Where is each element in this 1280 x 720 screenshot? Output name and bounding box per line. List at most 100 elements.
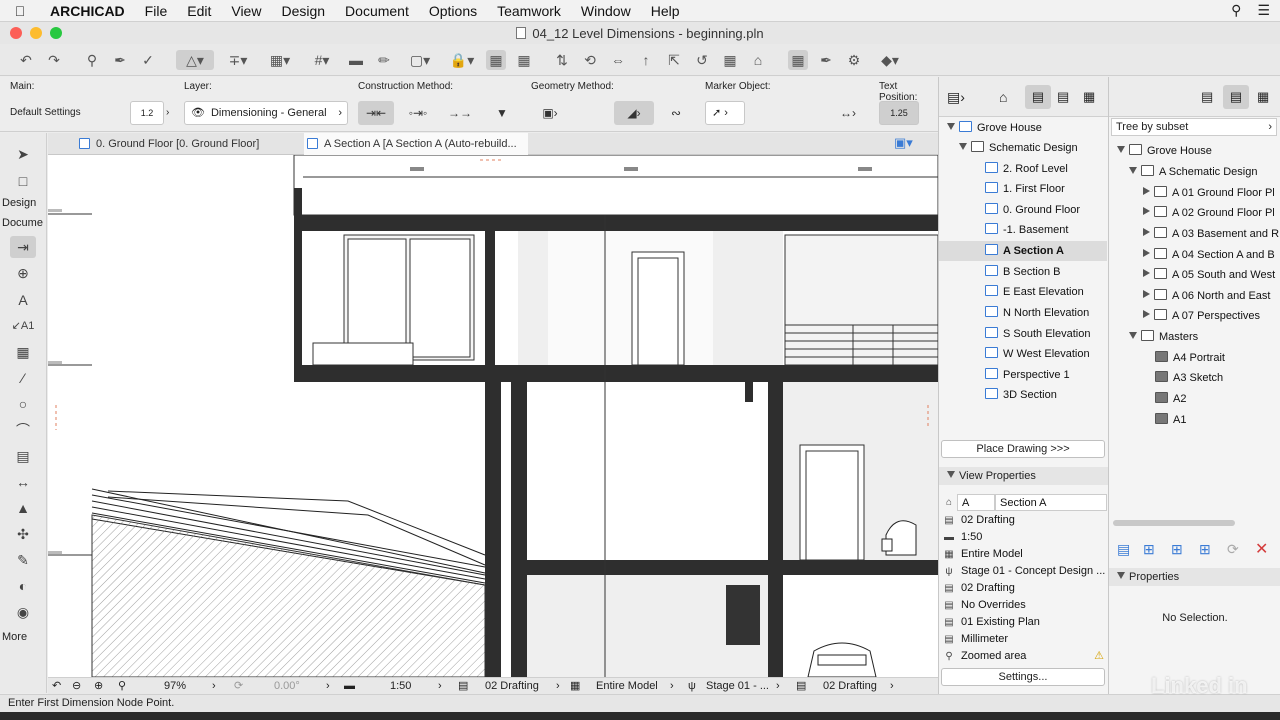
tab-ground-floor[interactable]: 0. Ground Floor [0. Ground Floor] bbox=[76, 133, 296, 155]
design-section-label[interactable]: Design bbox=[2, 197, 36, 209]
menu-teamwork[interactable]: Teamwork bbox=[487, 3, 571, 19]
dimension-settings-button[interactable]: 1.2 bbox=[130, 101, 164, 125]
tree-item-east-elevation[interactable]: E East Elevation bbox=[985, 282, 1084, 302]
chevron-right-icon[interactable]: › bbox=[212, 679, 216, 694]
pick-up-parameters-icon[interactable]: ✒ bbox=[110, 50, 130, 70]
suspend-groups-icon[interactable]: ▬ bbox=[346, 50, 366, 70]
rotate-icon[interactable]: ⟲ bbox=[580, 50, 600, 70]
properties-header[interactable]: Properties bbox=[1109, 568, 1280, 586]
tree-item-ground-floor[interactable]: 0. Ground Floor bbox=[985, 200, 1080, 220]
place-drawing-button[interactable]: Place Drawing >>> bbox=[941, 440, 1105, 458]
snap-guides-icon[interactable]: △▾ bbox=[176, 50, 214, 70]
layout-book-icon[interactable]: ▤ bbox=[1057, 89, 1069, 105]
layer-combination-row[interactable]: ▤ 02 Drafting bbox=[939, 512, 1108, 529]
arrow-dimension-button[interactable]: →→ bbox=[442, 101, 478, 125]
tree-root[interactable]: Grove House bbox=[947, 118, 1042, 138]
angle-value[interactable]: 0.00° bbox=[274, 679, 300, 694]
layout-book-icon[interactable]: ▤ bbox=[1223, 85, 1249, 109]
project-map-icon[interactable]: ⌂ bbox=[999, 89, 1007, 105]
curve-icon[interactable]: ↺ bbox=[692, 50, 712, 70]
chevron-right-icon[interactable]: › bbox=[670, 679, 674, 694]
new-layout-icon[interactable]: ▤ bbox=[1117, 541, 1130, 558]
menu-document[interactable]: Document bbox=[335, 3, 419, 19]
offset-icon[interactable]: ⇅ bbox=[552, 50, 572, 70]
selection-trace-icon[interactable]: ▦ bbox=[788, 50, 808, 70]
zoom-in-icon[interactable]: ⊕ bbox=[94, 679, 103, 694]
fill-tool-icon[interactable]: ▦ bbox=[10, 341, 36, 363]
rotate-view-icon[interactable]: ⟳ bbox=[234, 679, 243, 694]
tree-item-3d-section[interactable]: 3D Section bbox=[985, 385, 1057, 405]
menu-window[interactable]: Window bbox=[571, 3, 641, 19]
layout-item-a01[interactable]: A 01 Ground Floor Pl bbox=[1143, 183, 1275, 203]
tree-item-roof-level[interactable]: 2. Roof Level bbox=[985, 159, 1068, 179]
layout-item-a02[interactable]: A 02 Ground Floor Pl bbox=[1143, 203, 1275, 223]
chevron-right-icon[interactable]: › bbox=[556, 679, 560, 694]
more-section-label[interactable]: More bbox=[2, 631, 27, 643]
line-tool-icon[interactable]: ⁄ bbox=[10, 367, 36, 389]
tab-section-a[interactable]: A Section A [A Section A (Auto-rebuild..… bbox=[304, 133, 528, 155]
master-a1[interactable]: A1 bbox=[1155, 410, 1186, 430]
marquee-tool-icon[interactable]: □ bbox=[10, 170, 36, 192]
scale-12-icon[interactable]: ▦ bbox=[514, 50, 534, 70]
arrow-tool-icon[interactable]: ➤ bbox=[10, 143, 36, 165]
chevron-right-icon[interactable]: › bbox=[776, 679, 780, 694]
layout-item-a04[interactable]: A 04 Section A and B bbox=[1143, 245, 1275, 265]
polyline-tool-icon[interactable]: ⌒ bbox=[10, 419, 36, 441]
new-master-icon[interactable]: ⊞ bbox=[1171, 541, 1183, 558]
worksheet-tool-icon[interactable]: ◐ bbox=[10, 575, 36, 597]
menu-options[interactable]: Options bbox=[419, 3, 487, 19]
new-subset-icon[interactable]: ⊞ bbox=[1143, 541, 1155, 558]
detail-tool-icon[interactable]: ✎ bbox=[10, 549, 36, 571]
pen-set-row[interactable]: ▤ 02 Drafting bbox=[939, 580, 1108, 597]
geometry-angle-button[interactable]: ◢› bbox=[614, 101, 654, 125]
3d-view-icon[interactable]: ◆▾ bbox=[872, 50, 908, 70]
chevron-right-icon[interactable]: › bbox=[890, 679, 894, 694]
document-section-label[interactable]: Docume bbox=[2, 217, 43, 229]
grid-snap-icon[interactable]: #▾ bbox=[304, 50, 340, 70]
tree-item-section-b[interactable]: B Section B bbox=[985, 262, 1060, 282]
book-root[interactable]: Grove House bbox=[1117, 141, 1212, 161]
apple-icon[interactable]:  bbox=[0, 3, 40, 19]
model-view-value[interactable]: Entire Model bbox=[596, 679, 658, 694]
geometry-arc-button[interactable]: ∾ bbox=[658, 101, 694, 125]
dimension-tool-icon[interactable]: ⇥ bbox=[10, 236, 36, 258]
notification-list-icon[interactable]: ☰ bbox=[1257, 2, 1270, 19]
circle-tool-icon[interactable]: ○ bbox=[10, 393, 36, 415]
publisher-sets-icon[interactable]: ▦ bbox=[1083, 89, 1095, 105]
inject-parameters-icon[interactable]: ✓ bbox=[138, 50, 158, 70]
tree-by-subset-select[interactable]: Tree by subset › bbox=[1111, 118, 1277, 136]
navigator-popup-icon[interactable]: ▤› bbox=[947, 89, 965, 106]
linear-dimension-button[interactable]: ⇥⇤ bbox=[358, 101, 394, 125]
hotspot-tool-icon[interactable]: ✣ bbox=[10, 523, 36, 545]
publisher-sets-icon[interactable]: ▦ bbox=[1257, 89, 1269, 105]
view-properties-header[interactable]: View Properties bbox=[939, 467, 1108, 485]
mvo-row[interactable]: ▤ 01 Existing Plan bbox=[939, 614, 1108, 631]
close-window-button[interactable] bbox=[10, 27, 22, 39]
level-dimension-tool-icon[interactable]: ⊕ bbox=[10, 262, 36, 284]
text-align-button[interactable]: ↔› bbox=[828, 101, 868, 125]
tree-folder[interactable]: Schematic Design bbox=[959, 138, 1078, 158]
snap-points-icon[interactable]: ▦▾ bbox=[262, 50, 298, 70]
text-position-button[interactable]: 1.25 bbox=[879, 101, 919, 125]
layout-item-a05[interactable]: A 05 South and West bbox=[1143, 265, 1275, 285]
menu-view[interactable]: View bbox=[221, 3, 271, 19]
dimension-unit-row[interactable]: ▤ Millimeter bbox=[939, 631, 1108, 648]
tree-item-west-elevation[interactable]: W West Elevation bbox=[985, 344, 1090, 364]
chevron-right-icon[interactable]: › bbox=[438, 679, 442, 694]
structure-display-row[interactable]: ▦ Entire Model bbox=[939, 546, 1108, 563]
node-dimension-button[interactable]: ◦⇥◦ bbox=[400, 101, 436, 125]
base-line-button[interactable]: ▼ bbox=[484, 101, 520, 125]
fit-in-window-icon[interactable]: ⚲ bbox=[118, 679, 126, 694]
brush-icon[interactable]: ✒ bbox=[816, 50, 836, 70]
menu-app[interactable]: ARCHICAD bbox=[40, 3, 135, 19]
layout-item-a07[interactable]: A 07 Perspectives bbox=[1143, 306, 1260, 326]
refresh-icon[interactable]: ⟳ bbox=[1227, 541, 1239, 558]
zoom-row[interactable]: ⚲ Zoomed area ⚠ bbox=[939, 648, 1108, 665]
find-select-icon[interactable]: ⚲ bbox=[82, 50, 102, 70]
tab-list-icon[interactable]: ▣▾ bbox=[894, 135, 913, 151]
trace-icon[interactable]: ▢▾ bbox=[402, 50, 438, 70]
chevron-right-icon[interactable]: › bbox=[166, 107, 169, 118]
mirror-icon[interactable]: ⇔ bbox=[608, 50, 628, 70]
undo-icon[interactable]: ↶ bbox=[16, 50, 36, 70]
menu-help[interactable]: Help bbox=[641, 3, 690, 19]
